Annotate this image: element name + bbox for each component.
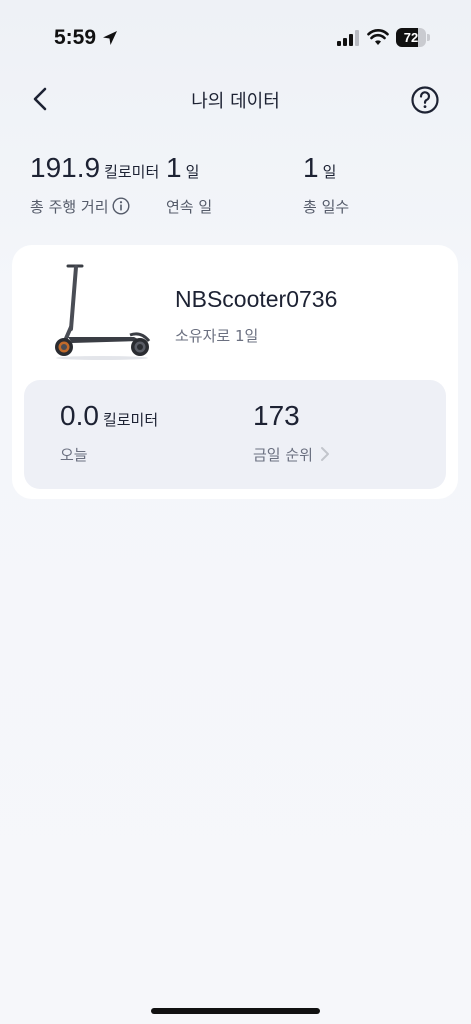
battery-icon: 72	[396, 28, 430, 47]
signal-icon	[337, 30, 359, 46]
today-rank-value: 173	[253, 400, 300, 431]
today-distance-label: 오늘	[60, 446, 88, 464]
streak-days-value: 1	[166, 152, 182, 183]
home-indicator[interactable]	[151, 1008, 320, 1014]
status-bar: 5:59 72	[0, 0, 471, 76]
today-distance-stat: 0.0 킬로미터 오늘	[60, 400, 159, 464]
today-rank-label[interactable]: 금일 순위	[253, 444, 331, 465]
today-rank-stat[interactable]: 173 금일 순위	[253, 400, 329, 464]
screen: 5:59 72 나의 데이터 191.9 킬로미터 총 주행 거리 1 일 연속…	[0, 0, 471, 1024]
status-time: 5:59	[54, 26, 97, 49]
total-days-stat: 1일 총 일수	[303, 152, 349, 216]
total-distance-stat: 191.9 킬로미터 총 주행 거리	[30, 152, 160, 216]
today-rank-label-text: 금일 순위	[253, 446, 313, 464]
total-distance-label: 총 주행 거리	[30, 196, 130, 217]
today-panel: 0.0 킬로미터 오늘 173 금일 순위	[24, 380, 446, 489]
device-name: NBScooter0736	[175, 286, 338, 312]
device-card[interactable]: NBScooter0736 소유자로 1일 0.0 킬로미터 오늘 173 금일 …	[12, 245, 458, 499]
help-button[interactable]	[410, 85, 440, 115]
page-title: 나의 데이터	[191, 91, 280, 112]
location-arrow-icon	[103, 31, 117, 45]
question-circle-icon	[411, 86, 439, 114]
info-icon[interactable]	[112, 197, 130, 215]
wifi-icon	[367, 29, 389, 45]
total-days-unit: 일	[322, 163, 337, 181]
battery-level: 72	[403, 30, 419, 45]
chevron-right-icon	[320, 447, 329, 461]
total-distance-value: 191.9	[30, 152, 101, 183]
total-distance-label-text: 총 주행 거리	[30, 198, 109, 216]
streak-days-unit: 일	[185, 163, 200, 181]
ownership-text: 소유자로 1일	[175, 327, 259, 345]
scooter-image	[55, 264, 151, 360]
total-days-value: 1	[303, 152, 319, 183]
streak-days-label: 연속 일	[166, 198, 213, 216]
today-distance-value: 0.0	[60, 400, 99, 431]
today-distance-unit: 킬로미터	[102, 411, 159, 429]
streak-days-stat: 1일 연속 일	[166, 152, 212, 216]
total-distance-unit: 킬로미터	[104, 163, 160, 181]
total-days-label: 총 일수	[303, 198, 350, 216]
